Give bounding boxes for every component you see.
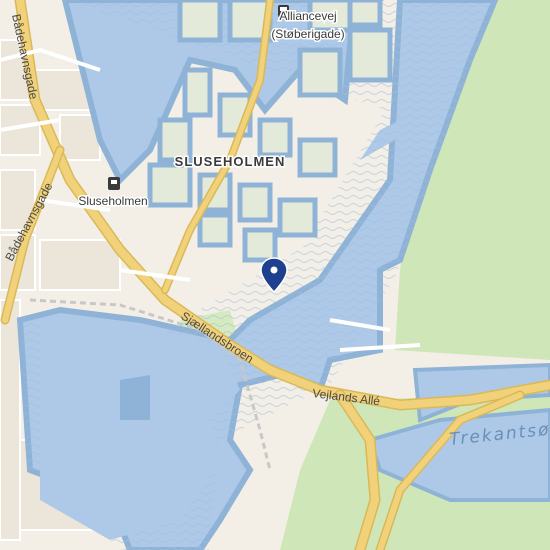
sluseholmen-station-label: Sluseholmen — [78, 194, 147, 208]
stoberigade-label: (Støberigade) — [271, 27, 344, 41]
map-view[interactable]: SLUSEHOLMEN Sluseholmen Alliancevej (Stø… — [0, 0, 550, 550]
train-station-icon[interactable] — [108, 177, 120, 190]
sluseholmen-area-label: SLUSEHOLMEN — [175, 154, 286, 169]
pier — [120, 375, 150, 420]
map-canvas[interactable]: SLUSEHOLMEN Sluseholmen Alliancevej (Stø… — [0, 0, 550, 550]
alliancevej-stop-label: Alliancevej — [279, 9, 336, 23]
